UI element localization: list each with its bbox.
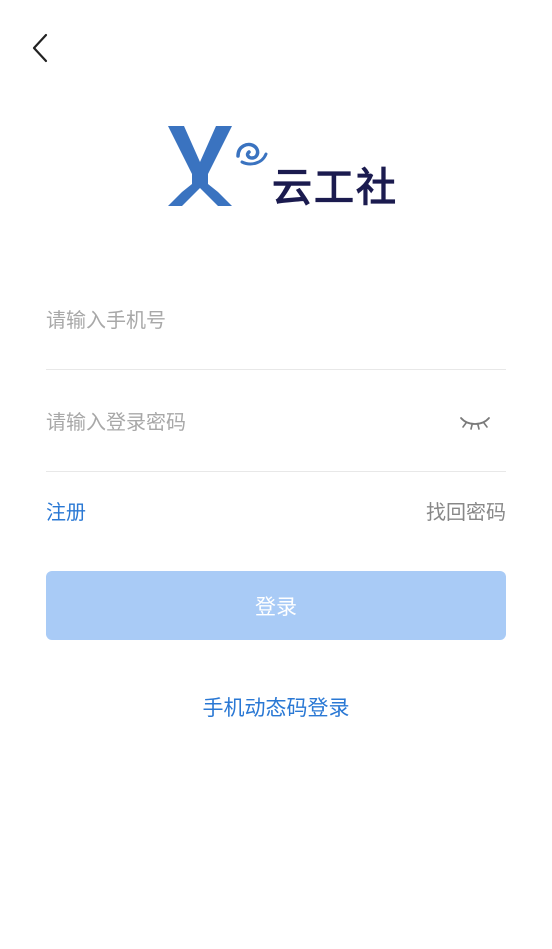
back-button[interactable]	[22, 28, 58, 68]
password-input[interactable]	[46, 372, 446, 471]
forgot-password-link[interactable]: 找回密码	[426, 496, 506, 528]
password-field-row	[46, 372, 506, 472]
logo-text: 云工社	[272, 165, 398, 211]
sms-login-link[interactable]: 手机动态码登录	[0, 690, 552, 726]
chevron-left-icon	[32, 33, 48, 63]
register-link[interactable]: 注册	[46, 496, 86, 528]
eye-closed-icon[interactable]	[458, 410, 492, 434]
logo-mark	[168, 126, 232, 206]
login-button[interactable]: 登录	[46, 571, 506, 640]
logo-swirl	[236, 142, 260, 160]
phone-input[interactable]	[46, 270, 446, 369]
phone-field-row	[46, 270, 506, 370]
link-row: 注册 找回密码	[46, 496, 506, 528]
